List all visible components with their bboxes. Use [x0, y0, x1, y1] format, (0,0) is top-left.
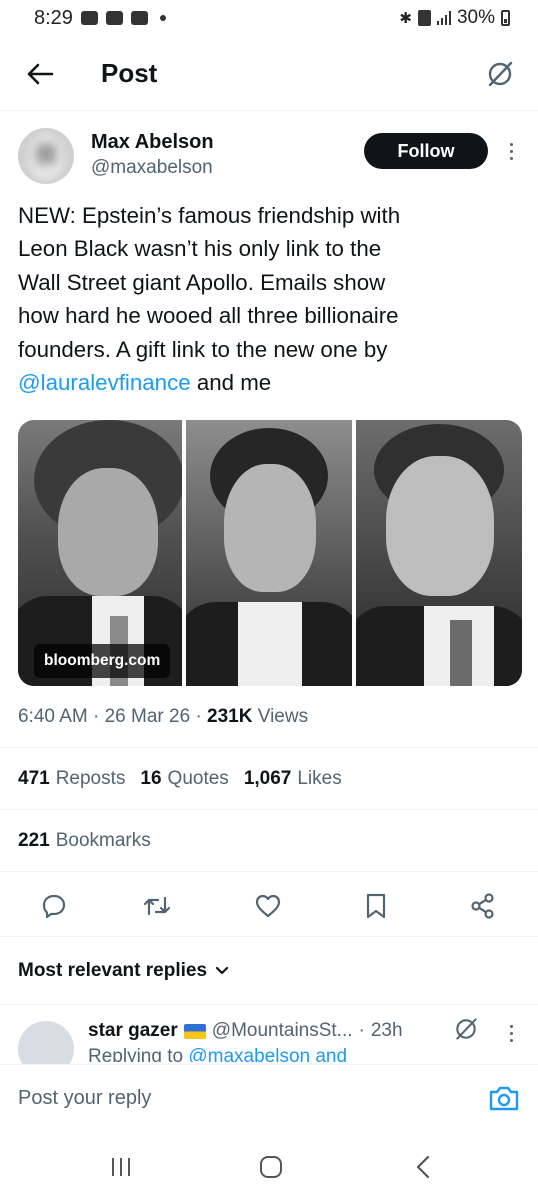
recents-button[interactable]	[106, 1152, 136, 1182]
reply-button[interactable]	[38, 890, 70, 922]
status-left: 8:29	[34, 7, 166, 30]
repost-icon	[143, 896, 171, 916]
home-button[interactable]	[256, 1152, 286, 1182]
bluetooth-icon: ✱	[399, 10, 412, 27]
bookmarks-stat[interactable]: 221 Bookmarks	[18, 830, 151, 852]
reply-header: star gazer @MountainsSt... · 23h	[88, 1020, 403, 1042]
reply-icon	[42, 894, 66, 919]
meta-divider	[0, 747, 538, 748]
post-text-line: how hard he wooed all three billionaire	[18, 303, 399, 329]
more-options-icon[interactable]	[503, 138, 519, 164]
gallery-icon	[80, 11, 98, 25]
bookmarks-label: Bookmarks	[55, 830, 151, 851]
reply-context: Replying to @maxabelson and	[88, 1046, 518, 1062]
replies-sort-dropdown[interactable]: Most relevant replies	[18, 960, 229, 982]
post-time: 6:40 AM	[18, 706, 88, 727]
photo[interactable]	[186, 420, 352, 686]
grok-button[interactable]	[482, 56, 518, 92]
reply-time: 23h	[370, 1020, 403, 1041]
grok-icon	[456, 1018, 477, 1040]
engagement-stats: 471 Reposts 16 Quotes 1,067 Likes	[18, 768, 342, 790]
like-icon	[255, 894, 281, 918]
views-count: 231K	[207, 706, 253, 727]
reply-author-handle[interactable]: @MountainsSt...	[212, 1020, 353, 1042]
like-button[interactable]	[252, 890, 284, 922]
share-icon	[471, 893, 494, 919]
photo[interactable]: bloomberg.com	[18, 420, 182, 686]
likes-stat[interactable]: 1,067 Likes	[244, 768, 342, 790]
post-text-line: Wall Street giant Apollo. Emails show	[18, 269, 386, 295]
quotes-count: 16	[140, 768, 162, 789]
reply-more-options-icon[interactable]	[503, 1020, 519, 1046]
header-divider	[0, 110, 538, 111]
quotes-label: Quotes	[167, 768, 229, 789]
status-bar: 8:29 ✱ 30%	[0, 0, 538, 36]
post-date: 26 Mar 26	[104, 706, 191, 727]
share-button[interactable]	[467, 890, 499, 922]
system-back-button[interactable]	[408, 1152, 438, 1182]
youtube-icon	[105, 11, 123, 25]
reply-context-prefix: Replying to	[88, 1046, 189, 1062]
post-text-line: Leon Black wasn’t his only link to the	[18, 236, 382, 262]
post-text: NEW: Epstein’s famous friendship with Le…	[18, 199, 518, 399]
battery-percent: 30%	[456, 7, 495, 28]
reposts-count: 471	[18, 768, 50, 789]
mention-link[interactable]: @lauralevfinance	[18, 370, 191, 395]
status-time: 8:29	[34, 6, 73, 29]
vibrate-icon	[417, 10, 431, 26]
likes-count: 1,067	[243, 768, 292, 789]
media-card[interactable]: bloomberg.com	[18, 420, 522, 686]
back-icon	[416, 1155, 430, 1179]
actions-divider	[0, 936, 538, 937]
post-text-line: @lauralevfinance and me	[18, 366, 518, 399]
reply-compose-bar: Post your reply	[0, 1064, 538, 1132]
likes-label: Likes	[297, 768, 342, 789]
bookmarks-divider	[0, 871, 538, 872]
reposts-stat[interactable]: 471 Reposts	[18, 768, 125, 790]
post-text-suffix: and me	[190, 370, 272, 396]
reply-input[interactable]: Post your reply	[18, 1087, 151, 1110]
signal-icon	[436, 11, 451, 25]
page-title: Post	[101, 58, 158, 88]
recents-icon	[112, 1158, 130, 1176]
stats-divider	[0, 809, 538, 810]
author-handle[interactable]: @maxabelson	[91, 157, 213, 179]
home-icon	[260, 1156, 282, 1178]
youtube-icon	[130, 11, 148, 25]
bookmark-button[interactable]	[360, 890, 392, 922]
avatar[interactable]	[18, 128, 74, 184]
chevron-down-icon	[215, 966, 229, 975]
dot-icon	[159, 15, 166, 21]
repost-button[interactable]	[141, 890, 173, 922]
post-meta: 6:40 AM · 26 Mar 26 · 231K Views	[18, 706, 309, 727]
views-label: Views	[257, 706, 309, 727]
app-header: Post	[0, 44, 538, 108]
ukraine-flag-icon	[183, 1023, 206, 1039]
status-right: ✱ 30%	[399, 7, 510, 29]
reply-context-clip: Replying to @maxabelson and	[88, 1046, 518, 1062]
reply-grok-button[interactable]	[453, 1016, 479, 1042]
battery-icon	[501, 10, 510, 26]
quotes-stat[interactable]: 16 Quotes	[140, 768, 228, 790]
post-text-line: NEW: Epstein’s famous friendship with	[18, 203, 401, 228]
bookmark-icon	[366, 893, 386, 919]
follow-button[interactable]: Follow	[364, 133, 488, 169]
arrow-left-icon	[27, 63, 54, 85]
system-nav-bar	[0, 1132, 538, 1200]
reply-author-name[interactable]: star gazer	[88, 1020, 178, 1042]
author-name[interactable]: Max Abelson	[91, 131, 214, 154]
photo[interactable]	[356, 420, 522, 686]
reposts-label: Reposts	[55, 768, 126, 789]
camera-icon	[489, 1086, 519, 1111]
post-text-line: founders. A gift link to the new one by	[18, 336, 388, 362]
reply-context-mention[interactable]: @maxabelson and	[188, 1046, 347, 1062]
action-bar	[0, 884, 538, 928]
camera-button[interactable]	[488, 1083, 520, 1113]
link-source-badge[interactable]: bloomberg.com	[34, 644, 171, 678]
filter-divider	[0, 1004, 538, 1005]
back-button[interactable]	[24, 58, 56, 90]
replies-sort-label: Most relevant replies	[18, 960, 208, 981]
bookmarks-count: 221	[18, 830, 50, 851]
grok-icon	[488, 61, 513, 87]
